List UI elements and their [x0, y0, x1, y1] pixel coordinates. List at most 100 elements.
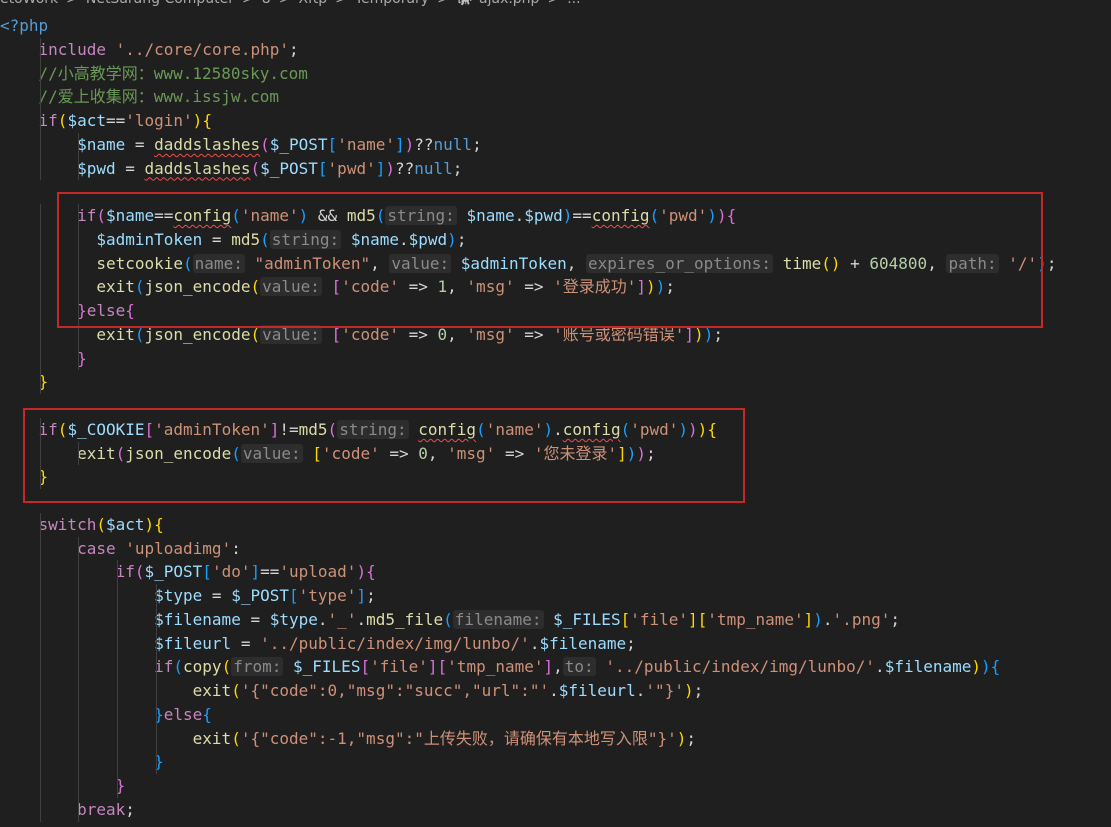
indent-guide	[156, 750, 157, 774]
indent-guide	[40, 227, 41, 252]
code-line[interactable]: $fileurl = '../public/index/img/lunbo/'.…	[0, 631, 1111, 656]
indent-guide	[40, 322, 41, 347]
code-token-bracket1: (	[231, 681, 241, 700]
breadcrumb-item[interactable]: Xftp	[298, 0, 327, 7]
code-line[interactable]: $pwd = daddslashes($_POST['pwd'])??null;	[0, 156, 1111, 181]
code-line[interactable]: exit('{"code":-1,"msg":"上传失败，请确保有本地写入限"}…	[0, 726, 1111, 751]
indent-guide	[40, 560, 41, 584]
indent-guide	[117, 631, 118, 656]
code-token-var: $pwd	[77, 158, 116, 178]
indent-guide	[117, 726, 118, 751]
indent-guide	[40, 512, 41, 537]
indent-guide	[117, 702, 118, 727]
code-line[interactable]: switch($act){	[0, 512, 1111, 537]
indent-guide	[40, 156, 41, 181]
code-token: ;	[472, 134, 482, 154]
code-token-string: '{"code":0,"msg":"succ","url":"'	[240, 681, 550, 700]
code-token: ;	[452, 158, 463, 178]
code-token: ;	[890, 609, 900, 629]
code-line[interactable]: }	[0, 774, 1111, 798]
code-line[interactable]: include '../core/core.php';	[0, 37, 1111, 62]
indent-guide	[78, 607, 79, 632]
code-token-var: $act	[105, 514, 145, 534]
code-token-hint: from:	[231, 657, 284, 677]
code-token-bracket2: )	[404, 134, 415, 154]
indent-guide	[40, 655, 41, 679]
code-line[interactable]: }	[0, 750, 1111, 774]
code-line[interactable]: <?php	[0, 14, 1111, 38]
code-token: =	[202, 586, 232, 605]
code-token-string: 'do'	[211, 562, 251, 582]
code-line[interactable]: if(copy(from: $_FILES['file']['tmp_name'…	[0, 655, 1111, 679]
code-token-bracket1: {	[154, 514, 164, 534]
code-token: ;	[626, 633, 636, 653]
indent-guide	[78, 631, 79, 656]
code-line[interactable]: //小高教学网：www.12580sky.com	[0, 61, 1111, 86]
code-token-var: $_FILES	[293, 657, 361, 677]
breadcrumb-item[interactable]: ajax.php	[479, 0, 539, 7]
code-token-var: $_POST	[260, 158, 318, 178]
indent-guide	[156, 607, 157, 632]
breadcrumb-item[interactable]: ...	[567, 0, 580, 7]
indent-guide	[40, 607, 41, 632]
indent-guide	[78, 156, 79, 181]
breadcrumb-item[interactable]: NetSarang Computer	[86, 0, 234, 7]
code-token-bracket2: )	[385, 158, 395, 178]
code-line[interactable]: $type = $_POST['type'];	[0, 584, 1111, 608]
indent-guide	[40, 37, 41, 62]
code-line[interactable]: $filename = $type.'_'.md5_file(filename:…	[0, 607, 1111, 632]
code-token-bracket1: ]	[688, 609, 698, 629]
code-line[interactable]: case 'uploadimg':	[0, 536, 1111, 561]
indent-guide	[78, 702, 79, 727]
code-token: .	[635, 681, 646, 700]
code-line[interactable]: break;	[0, 797, 1111, 822]
code-token-var: $_POST	[144, 562, 203, 582]
code-token: ;	[686, 728, 697, 748]
breadcrumb-item[interactable]: Temporary	[355, 0, 429, 7]
code-token-string: 'type'	[298, 586, 357, 605]
breadcrumb-item[interactable]: etoWork	[0, 0, 58, 7]
code-token-var: $act	[67, 111, 106, 130]
code-token-hint: to:	[562, 657, 596, 677]
code-token-var: $filename	[154, 609, 241, 629]
code-token-string: '"}'	[645, 681, 684, 700]
code-token-keyword: switch	[38, 514, 97, 534]
code-line[interactable]: //爱上收集网：www.issjw.com	[0, 85, 1111, 109]
indent-guide	[78, 346, 79, 371]
code-token-bracket2: (	[260, 134, 270, 154]
indent-guide	[40, 251, 41, 276]
indent-guide	[117, 750, 118, 774]
code-line[interactable]: }else{	[0, 702, 1111, 727]
code-token-string: '../public/index/img/lunbo/'	[605, 657, 876, 677]
code-line[interactable]: exit('{"code":0,"msg":"succ","url":"'.$f…	[0, 679, 1111, 703]
code-token-bracket1: {	[202, 111, 212, 130]
indent-guide	[40, 797, 41, 822]
code-token: ==	[260, 562, 280, 582]
indent-guide	[78, 536, 79, 561]
code-token-bracket3: ]	[394, 134, 405, 154]
code-line[interactable]: if($act=='login'){	[0, 109, 1111, 133]
code-line[interactable]: }	[0, 370, 1111, 394]
code-token-bracket2: )	[356, 562, 367, 582]
indent-guide	[40, 109, 41, 133]
code-line[interactable]: }	[0, 346, 1111, 371]
code-token: .	[529, 633, 540, 653]
code-line[interactable]: if($_POST['do']=='upload'){	[0, 560, 1111, 584]
code-token-bracket1: [	[697, 609, 708, 629]
code-token-bracket1: )	[192, 111, 203, 130]
code-token: =	[115, 158, 145, 178]
code-token-string: 'pwd'	[327, 158, 376, 178]
indent-guide	[78, 560, 79, 584]
code-token: .	[875, 657, 885, 677]
code-line[interactable]: $name = daddslashes($_POST['name'])??nul…	[0, 132, 1111, 157]
code-token: =	[231, 633, 261, 653]
breadcrumb-item[interactable]: 8	[262, 0, 271, 7]
